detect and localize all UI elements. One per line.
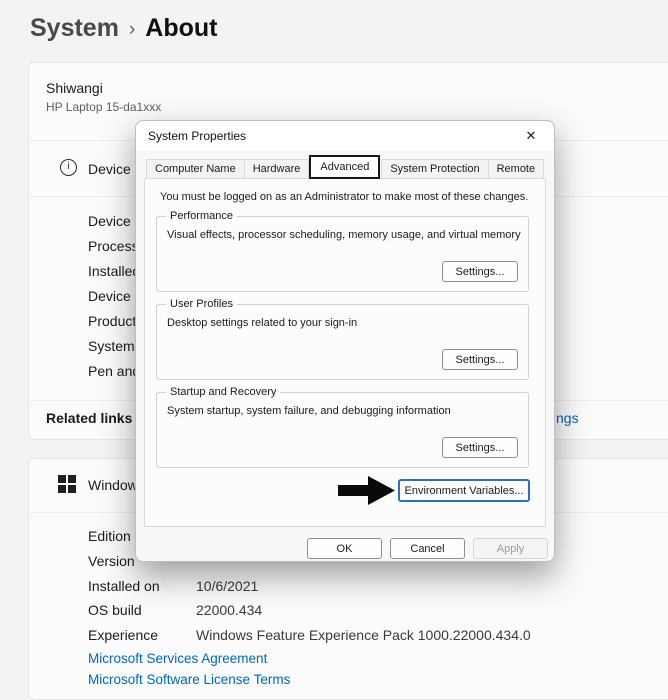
license-terms-link[interactable]: Microsoft Software License Terms (88, 672, 290, 687)
startup-recovery-group-title: Startup and Recovery (166, 386, 280, 398)
device-name: Shiwangi (46, 80, 103, 96)
ok-button[interactable]: OK (307, 538, 382, 559)
environment-variables-button[interactable]: Environment Variables... (398, 479, 530, 502)
startup-recovery-group: Startup and Recovery System startup, sys… (156, 392, 529, 468)
windows-specs-header[interactable]: Window (88, 477, 138, 493)
performance-settings-button[interactable]: Settings... (442, 261, 518, 282)
dialog-close-button[interactable]: ✕ (514, 121, 548, 151)
user-profiles-group: User Profiles Desktop settings related t… (156, 304, 529, 380)
dialog-titlebar[interactable]: System Properties ✕ (136, 121, 554, 151)
windows-logo-icon (58, 475, 76, 493)
tab-hardware[interactable]: Hardware (244, 159, 310, 179)
win-row-value: Windows Feature Experience Pack 1000.220… (196, 627, 531, 643)
tab-strip: Computer Name Hardware Advanced System P… (146, 155, 543, 179)
breadcrumb: System › About (30, 14, 217, 43)
performance-group-description: Visual effects, processor scheduling, me… (167, 229, 521, 241)
win-row-value: 22000.434 (196, 602, 262, 618)
apply-button[interactable]: Apply (473, 538, 548, 559)
spec-row-label: Pen and (88, 363, 140, 379)
related-link-fragment[interactable]: ngs (556, 410, 579, 426)
breadcrumb-chevron-icon: › (129, 16, 135, 41)
cancel-button[interactable]: Cancel (390, 538, 465, 559)
win-row-label: Edition (88, 528, 131, 544)
user-profiles-settings-button[interactable]: Settings... (442, 349, 518, 370)
page-title: About (145, 14, 217, 43)
device-specs-header[interactable]: Device s (88, 161, 142, 177)
performance-group: Performance Visual effects, processor sc… (156, 216, 529, 292)
close-icon: ✕ (526, 128, 537, 143)
pointer-arrow-icon (338, 474, 396, 507)
performance-group-title: Performance (166, 210, 237, 222)
win-row-label: OS build (88, 602, 142, 618)
win-row-value: 10/6/2021 (196, 578, 258, 594)
tab-computer-name[interactable]: Computer Name (146, 159, 245, 179)
user-profiles-group-description: Desktop settings related to your sign-in (167, 317, 357, 329)
startup-recovery-settings-button[interactable]: Settings... (442, 437, 518, 458)
breadcrumb-system[interactable]: System (30, 14, 119, 43)
system-properties-dialog: System Properties ✕ Computer Name Hardwa… (135, 120, 555, 562)
tab-remote[interactable]: Remote (488, 159, 545, 179)
services-agreement-link[interactable]: Microsoft Services Agreement (88, 651, 267, 666)
info-icon: i (60, 159, 77, 176)
tab-system-protection[interactable]: System Protection (381, 159, 488, 179)
settings-window: System › About Shiwangi HP Laptop 15-da1… (0, 0, 668, 700)
related-links-label: Related links (46, 410, 132, 426)
admin-note: You must be logged on as an Administrato… (160, 191, 540, 203)
win-row-label: Installed on (88, 578, 160, 594)
spec-row-label: Installed (88, 263, 140, 279)
spec-row-label: Product (88, 313, 136, 329)
win-row-label: Experience (88, 627, 158, 643)
win-row-label: Version (88, 553, 135, 569)
startup-recovery-group-description: System startup, system failure, and debu… (167, 405, 451, 417)
device-model: HP Laptop 15-da1xxx (46, 100, 161, 114)
tab-advanced[interactable]: Advanced (309, 155, 380, 179)
spec-row-label: Device I (88, 288, 139, 304)
user-profiles-group-title: User Profiles (166, 298, 237, 310)
dialog-title: System Properties (148, 121, 246, 151)
